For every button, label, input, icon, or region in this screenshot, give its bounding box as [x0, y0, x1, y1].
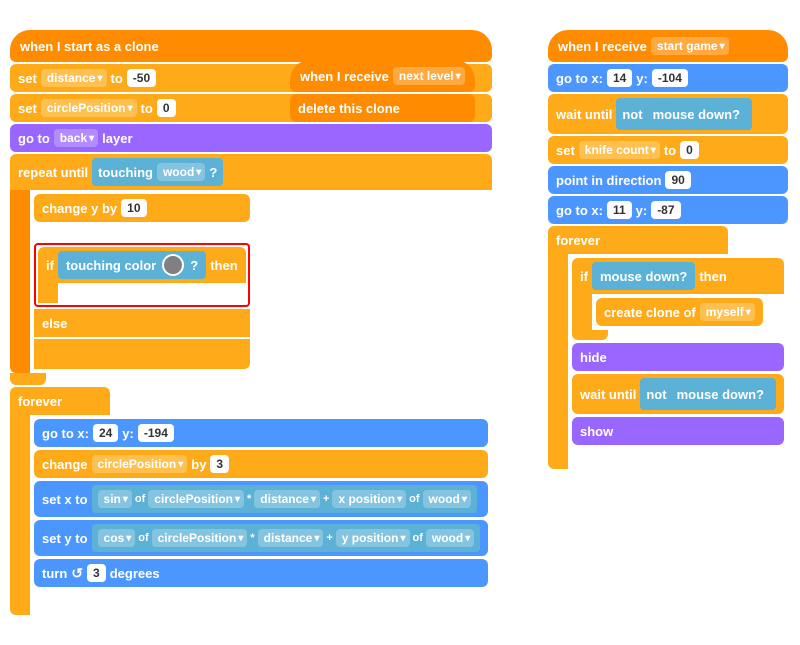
- back-dropdown[interactable]: back: [54, 129, 98, 147]
- change-y-block: change y by 10: [34, 194, 250, 222]
- knife-count-dropdown[interactable]: knife count: [579, 141, 660, 159]
- wood-sin[interactable]: wood: [423, 490, 471, 508]
- distance-dropdown[interactable]: distance: [41, 69, 107, 87]
- circleposition-dropdown[interactable]: circlePosition: [41, 99, 137, 117]
- goto-y-val[interactable]: -194: [138, 424, 174, 442]
- delete-clone-block: delete this clone: [290, 94, 475, 122]
- y-value[interactable]: 10: [121, 199, 146, 217]
- distance-sin[interactable]: distance: [254, 490, 320, 508]
- xpos-dropdown[interactable]: x position: [332, 490, 406, 508]
- hat-start-game: when I receive start game: [548, 30, 788, 62]
- loop-arrow: ↱: [234, 224, 246, 241]
- wait-until-block2: wait until not mouse down?: [572, 374, 784, 414]
- circle-by-val[interactable]: 3: [210, 455, 229, 473]
- knife-count-val[interactable]: 0: [680, 141, 699, 159]
- not-mousedown1: not mouse down?: [616, 98, 752, 130]
- distance-value[interactable]: -50: [127, 69, 156, 87]
- goto-x-val[interactable]: 24: [93, 424, 118, 442]
- right-goto-y1[interactable]: -104: [652, 69, 688, 87]
- if-touching-color-container: if touching color ? then: [34, 243, 250, 307]
- not-mousedown2: not mouse down?: [640, 378, 776, 410]
- forever-block: forever go to x: 24 y: -194 change circl…: [10, 387, 492, 615]
- circle-value[interactable]: 0: [157, 99, 176, 117]
- circlepos-sin[interactable]: circlePosition: [148, 490, 244, 508]
- change-circle-block: change circlePosition by 3: [34, 450, 488, 478]
- next-level-dropdown[interactable]: next level: [393, 67, 465, 85]
- goto-layer-block: go to back layer: [10, 124, 492, 152]
- set-knife-count: set knife count to 0: [548, 136, 788, 164]
- circlepos-dropdown2[interactable]: circlePosition: [92, 455, 188, 473]
- set-y-block: set y to cos of circlePosition * distanc…: [34, 520, 488, 556]
- else-label: else: [34, 309, 250, 337]
- repeat-until-block: repeat until touching wood ? change y by…: [10, 154, 492, 385]
- wood-dropdown[interactable]: wood: [157, 163, 205, 181]
- show-block: show: [572, 417, 784, 445]
- turn-degrees[interactable]: 3: [87, 564, 106, 582]
- hide-block: hide: [572, 343, 784, 371]
- forever-right-block: forever if mouse down? then: [548, 226, 788, 469]
- sin-dropdown[interactable]: sin: [98, 490, 132, 508]
- hat-label: when I start as a clone: [20, 39, 159, 54]
- distance-cos[interactable]: distance: [258, 529, 324, 547]
- set-x-block: set x to sin of circlePosition * distanc…: [34, 481, 488, 517]
- mousedown-cond3: mouse down?: [671, 380, 770, 408]
- circlepos-cos[interactable]: circlePosition: [152, 529, 248, 547]
- turn-icon: ↺: [71, 565, 83, 582]
- hat-next-level: when I receive next level: [290, 60, 475, 92]
- ypos-dropdown[interactable]: y position: [336, 529, 410, 547]
- sin-expression: sin of circlePosition * distance + x pos…: [92, 485, 477, 513]
- goto-xy-right1: go to x: 14 y: -104: [548, 64, 788, 92]
- touching-color-condition: touching color ?: [58, 251, 206, 279]
- forever-arrow-right: ↺: [764, 448, 776, 465]
- mousedown-condition1: mouse down?: [647, 100, 746, 128]
- if-color-block: if touching color ? then: [38, 247, 246, 303]
- forever-arrow: ↺: [469, 590, 481, 607]
- right-goto-x2[interactable]: 11: [607, 201, 632, 219]
- start-game-dropdown[interactable]: start game: [651, 37, 729, 55]
- cos-expression: cos of circlePosition * distance + y pos…: [92, 524, 481, 552]
- hat-block-clone: when I start as a clone: [10, 30, 492, 62]
- point-direction-block: point in direction 90: [548, 166, 788, 194]
- touching-wood-condition: touching wood ?: [92, 158, 223, 186]
- turn-block: turn ↺ 3 degrees: [34, 559, 488, 587]
- myself-dropdown[interactable]: myself: [700, 303, 755, 321]
- create-clone-block: create clone of myself: [596, 298, 763, 326]
- mousedown-cond2: mouse down?: [592, 262, 695, 290]
- direction-val[interactable]: 90: [665, 171, 690, 189]
- goto-xy-block: go to x: 24 y: -194: [34, 419, 488, 447]
- right-goto-y2[interactable]: -87: [651, 201, 680, 219]
- if-mousedown-block: if mouse down? then create clone of myse…: [572, 258, 784, 340]
- wood-cos[interactable]: wood: [426, 529, 474, 547]
- goto-xy-right2: go to x: 11 y: -87: [548, 196, 788, 224]
- color-swatch[interactable]: [162, 254, 184, 276]
- wait-until-block1: wait until not mouse down?: [548, 94, 788, 134]
- cos-dropdown[interactable]: cos: [98, 529, 136, 547]
- right-goto-x1[interactable]: 14: [607, 69, 632, 87]
